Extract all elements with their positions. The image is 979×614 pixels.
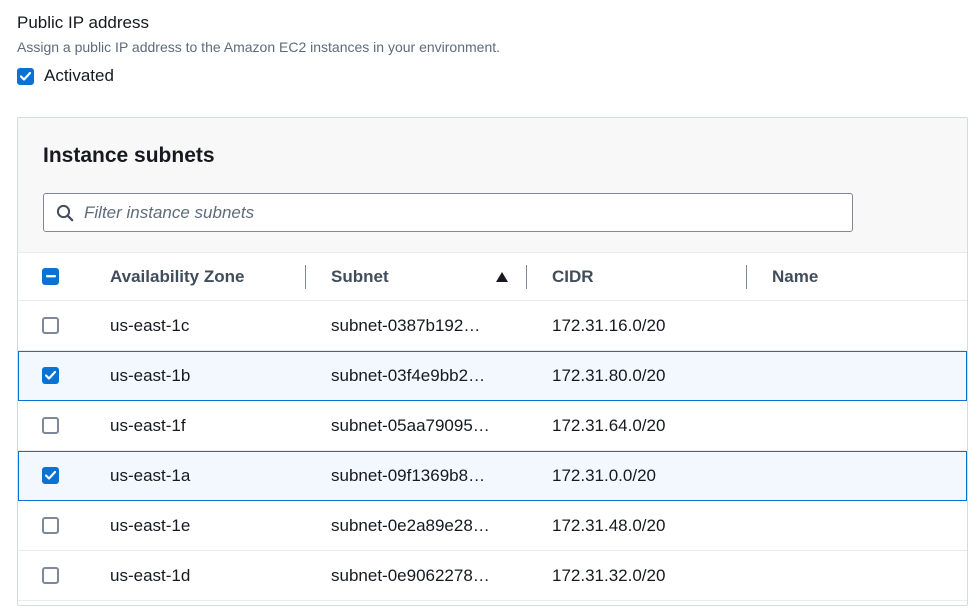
table-header-row: Availability Zone Subnet CIDR Name [18, 253, 967, 301]
row-checkbox[interactable] [42, 367, 59, 384]
row-checkbox[interactable] [42, 517, 59, 534]
checkmark-icon [45, 371, 56, 380]
row-checkbox[interactable] [42, 567, 59, 584]
cell-availability-zone: us-east-1f [110, 415, 186, 435]
cell-cidr: 172.31.80.0/20 [552, 365, 666, 385]
instance-subnets-panel: Instance subnets Availability Zone Subne… [17, 117, 968, 606]
public-ip-checkbox-row[interactable]: Activated [17, 66, 114, 86]
minus-icon [45, 275, 56, 278]
table-row[interactable]: us-east-1f subnet-05aa79095… 172.31.64.0/2… [18, 401, 967, 451]
column-header-availability-zone[interactable]: Availability Zone [110, 253, 244, 301]
row-checkbox[interactable] [42, 417, 59, 434]
sort-ascending-icon[interactable] [495, 271, 509, 283]
cell-cidr: 172.31.32.0/20 [552, 565, 666, 585]
select-all-checkbox[interactable] [42, 268, 59, 285]
cell-subnet: subnet-05aa79095… [331, 415, 490, 435]
column-header-name[interactable]: Name [772, 253, 818, 301]
public-ip-title: Public IP address [17, 13, 149, 32]
public-ip-description: Assign a public IP address to the Amazon… [17, 39, 501, 55]
cell-subnet: subnet-0e2a89e28… [331, 515, 490, 535]
cell-subnet: subnet-03f4e9bb2… [331, 365, 486, 385]
column-divider[interactable] [526, 265, 527, 289]
cell-cidr: 172.31.48.0/20 [552, 515, 666, 535]
public-ip-checkbox-label[interactable]: Activated [44, 66, 114, 86]
cell-cidr: 172.31.16.0/20 [552, 315, 666, 335]
table-row[interactable]: us-east-1c subnet-0387b192… 172.31.16.0/20 [18, 301, 967, 351]
panel-title: Instance subnets [43, 144, 215, 167]
table-row[interactable]: us-east-1e subnet-0e2a89e28… 172.31.48.0/2… [18, 501, 967, 551]
column-header-subnet[interactable]: Subnet [331, 253, 389, 301]
table-row[interactable]: us-east-1d subnet-0e9062278… 172.31.32.0/2… [18, 551, 967, 601]
checkmark-icon [20, 71, 31, 81]
cell-availability-zone: us-east-1e [110, 515, 191, 535]
column-header-cidr[interactable]: CIDR [552, 253, 594, 301]
cell-subnet: subnet-0e9062278… [331, 565, 490, 585]
column-divider[interactable] [305, 265, 306, 289]
table-row[interactable]: us-east-1b subnet-03f4e9bb2… 172.31.80.0/2… [18, 351, 967, 401]
table-row[interactable]: us-east-1a subnet-09f1369b8… 172.31.0.0/20 [18, 451, 967, 501]
cell-availability-zone: us-east-1b [110, 365, 191, 385]
search-icon [55, 203, 75, 223]
row-checkbox[interactable] [42, 317, 59, 334]
cell-availability-zone: us-east-1a [110, 465, 191, 485]
cell-cidr: 172.31.64.0/20 [552, 415, 666, 435]
filter-box[interactable] [43, 193, 853, 232]
checkmark-icon [45, 471, 56, 480]
row-checkbox[interactable] [42, 467, 59, 484]
cell-subnet: subnet-09f1369b8… [331, 465, 486, 485]
public-ip-checkbox[interactable] [17, 67, 34, 85]
column-divider[interactable] [746, 265, 747, 289]
table-body: us-east-1c subnet-0387b192… 172.31.16.0/20… [18, 301, 967, 601]
cell-availability-zone: us-east-1d [110, 565, 191, 585]
panel-header: Instance subnets [18, 118, 967, 253]
filter-input[interactable] [84, 202, 824, 223]
cell-availability-zone: us-east-1c [110, 315, 190, 335]
cell-cidr: 172.31.0.0/20 [552, 465, 656, 485]
cell-subnet: subnet-0387b192… [331, 315, 481, 335]
subnets-table: Availability Zone Subnet CIDR Name us-ea… [18, 253, 967, 601]
